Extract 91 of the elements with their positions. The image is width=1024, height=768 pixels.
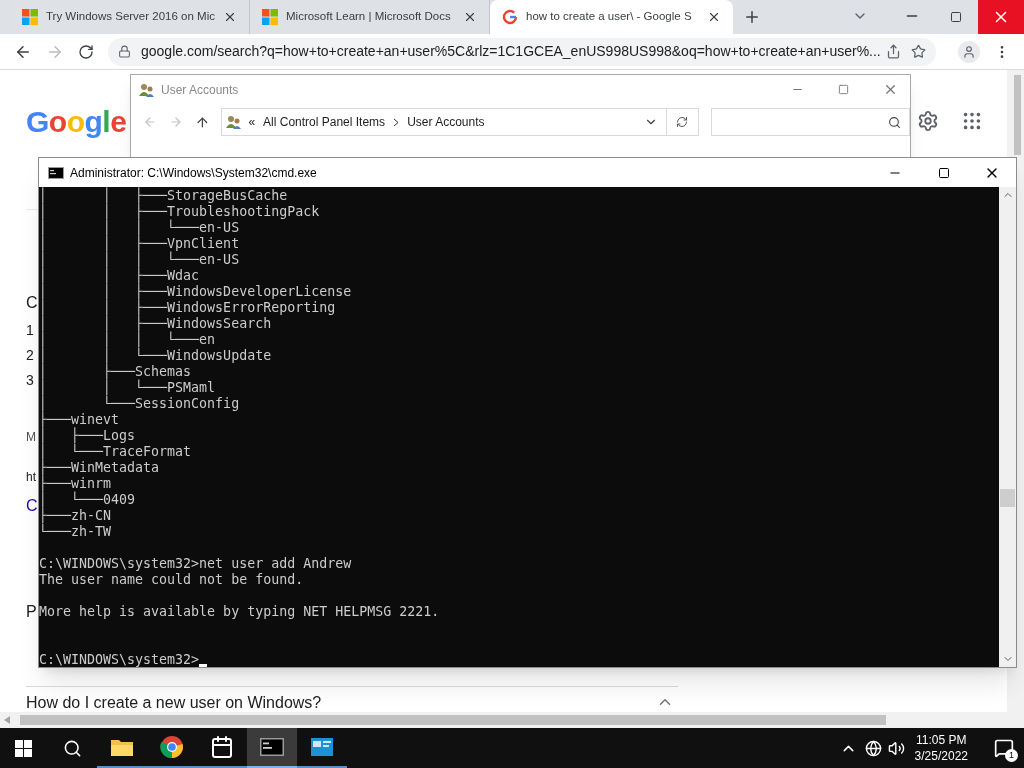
new-tab-icon[interactable]	[743, 8, 761, 26]
apps-icon[interactable]	[961, 110, 983, 132]
chrome-logo-icon	[160, 735, 184, 759]
search-icon	[887, 115, 901, 129]
globe-icon[interactable]	[864, 739, 882, 757]
console-line: │ │ └───WindowsUpdate	[39, 348, 273, 363]
person-icon	[962, 44, 976, 59]
console-line: │ │ └───PSMaml	[39, 380, 217, 395]
console-line: │ │ ├───VpnClient	[39, 236, 241, 251]
reload-icon[interactable]	[78, 43, 94, 60]
console-scrollbar[interactable]	[999, 187, 1016, 667]
search-field[interactable]	[710, 108, 910, 136]
console-prompt: C:\WINDOWS\system32>	[39, 652, 200, 667]
console-line: │ └───0409	[39, 492, 137, 507]
console-line: │ │ │ └───en-US	[39, 220, 241, 235]
console-line: └───zh-TW	[39, 524, 113, 540]
speaker-icon[interactable]	[887, 739, 905, 757]
lock-icon	[118, 45, 131, 58]
users-icon	[226, 114, 243, 130]
page-text: 2	[26, 346, 34, 365]
console-icon	[48, 166, 64, 179]
console-line: C:\WINDOWS\system32>net user add Andrew	[39, 556, 353, 572]
profile-avatar[interactable]	[958, 40, 980, 63]
notification-count: 1	[1005, 749, 1018, 762]
settings-icon[interactable]	[917, 110, 939, 132]
chevron-right-icon	[393, 117, 400, 127]
console-line: │ │ ├───TroubleshootingPack	[39, 204, 321, 219]
console-line: │ │ ├───StorageBusCache	[39, 188, 289, 203]
scroll-thumb[interactable]	[1014, 75, 1021, 155]
horizontal-scrollbar[interactable]	[0, 712, 1024, 728]
page-text: C	[26, 496, 38, 516]
page-text: 1	[26, 321, 34, 340]
page-text: 3	[26, 371, 34, 390]
clock-date: 3/25/2022	[914, 748, 968, 764]
console-line: │ └───SessionConfig	[39, 396, 241, 411]
windows-logo-icon	[22, 9, 38, 25]
tab-title: Microsoft Learn | Microsoft Docs	[286, 9, 452, 25]
clock-time: 11:05 PM	[916, 732, 967, 748]
address-bar[interactable]: google.com/search?q=how+to+create+an+user%5C&rlz=1C1GCEA_enUS998US998&oq=how+to+create+an+user%...	[108, 37, 936, 66]
page-text: C	[26, 293, 38, 313]
address-field[interactable]: « All Control Panel Items User Accounts	[221, 108, 668, 136]
close-icon[interactable]	[223, 10, 237, 24]
console-line: More help is available by typing NET HELPMSG 2221.	[39, 604, 441, 620]
star-icon[interactable]	[911, 44, 926, 59]
clock[interactable]: 11:05 PM 3/25/2022	[914, 732, 968, 764]
console-line: │ │ │ └───en	[39, 332, 217, 347]
console-line: │ ├───Logs	[39, 428, 137, 443]
share-icon[interactable]	[886, 44, 901, 59]
maximize-icon[interactable]	[938, 166, 950, 179]
scroll-thumb[interactable]	[1000, 489, 1015, 507]
control-panel-icon	[310, 737, 334, 757]
calendar-icon	[210, 735, 234, 759]
page-text: M	[26, 429, 36, 446]
console-line: │ ├───Schemas	[39, 364, 193, 379]
breadcrumb-item[interactable]: All Control Panel Items	[261, 113, 388, 131]
search-icon	[62, 738, 82, 758]
console-line: The user name could not be found.	[39, 572, 305, 588]
window-title: User Accounts	[161, 81, 239, 99]
windows-logo-icon	[262, 9, 278, 25]
console-line: │ │ ├───WindowsErrorReporting	[39, 300, 337, 315]
refresh-icon	[676, 116, 689, 128]
faq-question[interactable]: How do I create a new user on Windows?	[26, 693, 656, 712]
console-line: │ └───TraceFormat	[39, 444, 193, 459]
notification-button[interactable]: 1	[984, 728, 1024, 768]
console-line: ├───zh-CN	[39, 508, 113, 523]
console-icon	[260, 738, 284, 756]
users-icon	[139, 81, 155, 98]
taskbar-app[interactable]	[247, 728, 297, 768]
console-line: ├───winevt	[39, 412, 121, 427]
breadcrumb-item[interactable]: User Accounts	[405, 113, 487, 131]
page-text: P	[26, 602, 37, 622]
console-line: │ │ │ └───en-US	[39, 252, 241, 267]
browser-tab[interactable]: how to create a user\ - Google S	[490, 0, 733, 34]
restore-icon[interactable]	[950, 11, 962, 23]
console-line: │ │ ├───WindowsDeveloperLicense	[39, 284, 353, 299]
close-icon[interactable]	[707, 10, 721, 24]
folder-icon	[110, 737, 134, 757]
breadcrumb-overflow[interactable]: «	[248, 113, 256, 131]
close-icon[interactable]	[463, 10, 477, 24]
console-line: │ │ ├───Wdac	[39, 268, 201, 283]
windows-logo-icon	[15, 739, 32, 757]
google-logo[interactable]: Google	[26, 104, 127, 140]
page-text: ht	[26, 469, 36, 486]
tab-title: Try Windows Server 2016 on Mic	[46, 9, 215, 25]
window-title: Administrator: C:\Windows\System32\cmd.exe	[70, 164, 317, 182]
tab-title: how to create a user\ - Google S	[526, 9, 693, 25]
console-line: │ │ ├───WindowsSearch	[39, 316, 273, 331]
console-line: ├───WinMetadata	[39, 460, 161, 475]
console-line: ├───winrm	[39, 476, 113, 491]
google-g-icon	[502, 9, 518, 25]
refresh-button[interactable]	[667, 108, 699, 136]
